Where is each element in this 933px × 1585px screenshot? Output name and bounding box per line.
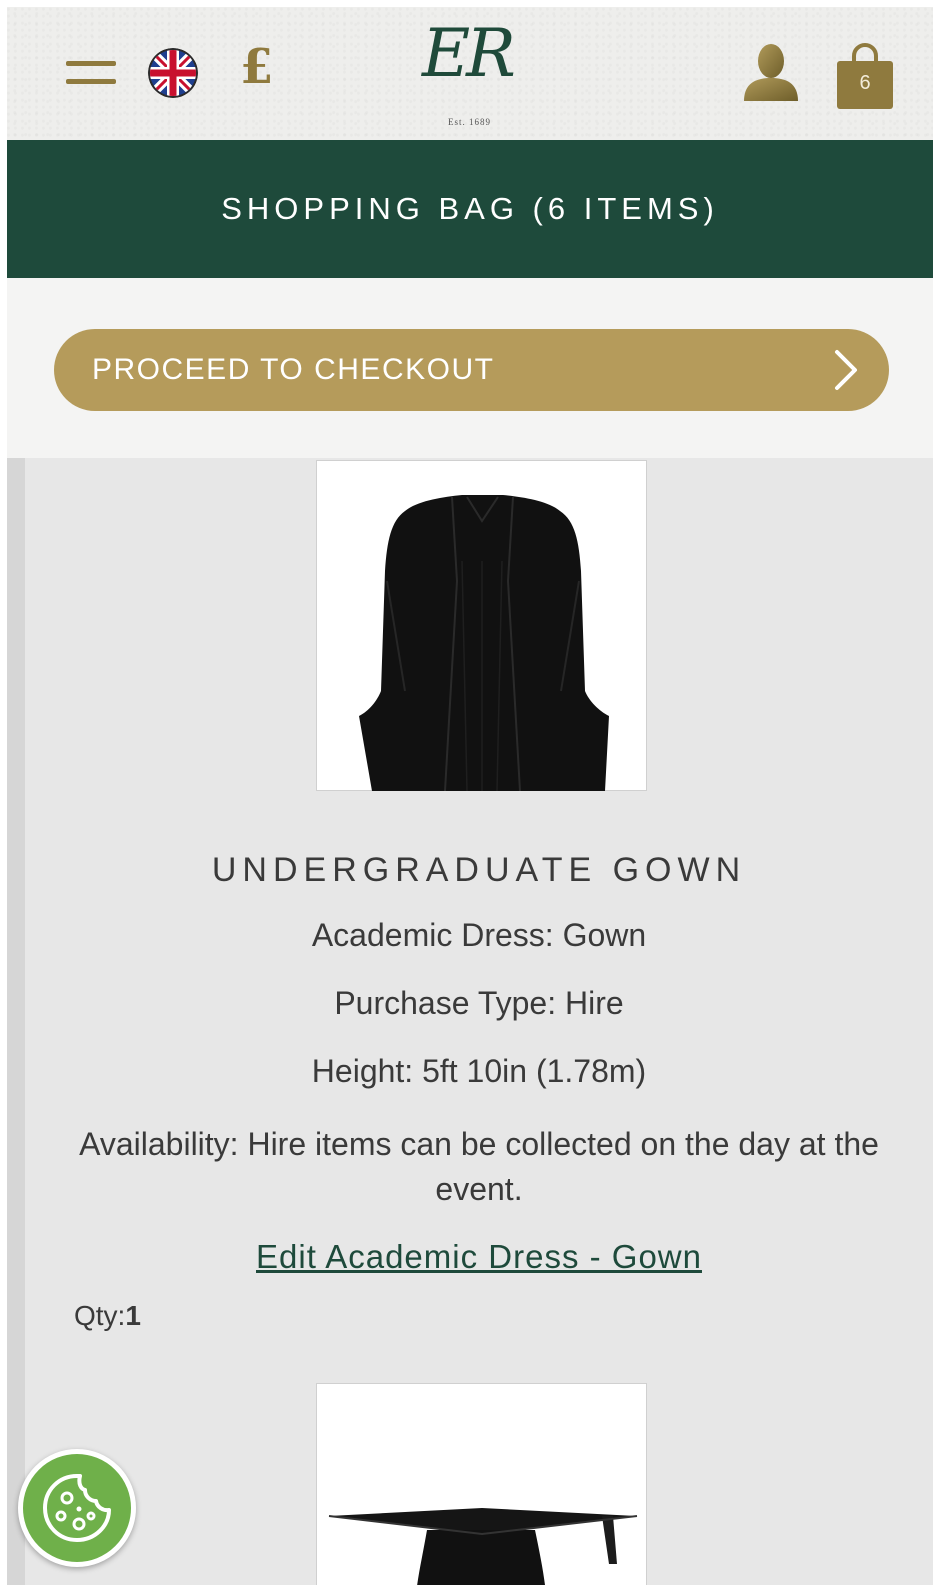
page-title: SHOPPING BAG (6 ITEMS) <box>221 191 719 226</box>
brand-logo[interactable]: ER Est. 1689 <box>412 21 527 131</box>
logo-established: Est. 1689 <box>447 117 491 127</box>
chevron-right-icon <box>835 350 857 390</box>
mortarboard-image <box>328 1508 638 1585</box>
quantity-label: Qty: <box>74 1300 126 1331</box>
uk-flag-icon[interactable] <box>148 48 198 98</box>
site-header: £ ER Est. 1689 6 <box>7 7 933 140</box>
proceed-to-checkout-button[interactable]: PROCEED TO CHECKOUT <box>54 329 889 411</box>
edit-item-link[interactable]: Edit Academic Dress - Gown <box>25 1237 933 1277</box>
bag-count-badge: 6 <box>859 72 871 94</box>
product-image[interactable] <box>316 460 647 792</box>
checkout-button-label: PROCEED TO CHECKOUT <box>92 353 495 386</box>
list-edge <box>7 458 25 1585</box>
cookie-settings-button[interactable] <box>18 1449 136 1567</box>
logo-monogram: ER <box>422 15 516 92</box>
hamburger-icon[interactable] <box>66 59 116 87</box>
gown-image <box>359 495 609 792</box>
cart-item-list: UNDERGRADUATE GOWN Academic Dress: Gown … <box>7 458 933 1585</box>
product-attribute: Academic Dress: Gown <box>311 917 647 953</box>
cookie-icon <box>43 1474 111 1542</box>
quantity: Qty:1 <box>74 1299 141 1333</box>
product-image[interactable] <box>316 1383 647 1585</box>
shopping-bag-icon[interactable]: 6 <box>837 43 893 109</box>
page-title-band: SHOPPING BAG (6 ITEMS) <box>7 140 933 278</box>
product-attribute: Height: 5ft 10in (1.78m) <box>311 1053 647 1089</box>
page: £ ER Est. 1689 6 SHOPPING BAG (6 ITEMS) … <box>7 7 933 1585</box>
checkout-section: PROCEED TO CHECKOUT <box>7 278 933 458</box>
product-attribute: Purchase Type: Hire <box>334 985 624 1021</box>
product-name[interactable]: UNDERGRADUATE GOWN <box>25 850 933 890</box>
user-icon[interactable] <box>740 43 802 103</box>
quantity-value: 1 <box>125 1300 141 1331</box>
product-availability: Availability: Hire items can be collecte… <box>79 1126 879 1207</box>
currency-selector[interactable]: £ <box>240 43 273 91</box>
